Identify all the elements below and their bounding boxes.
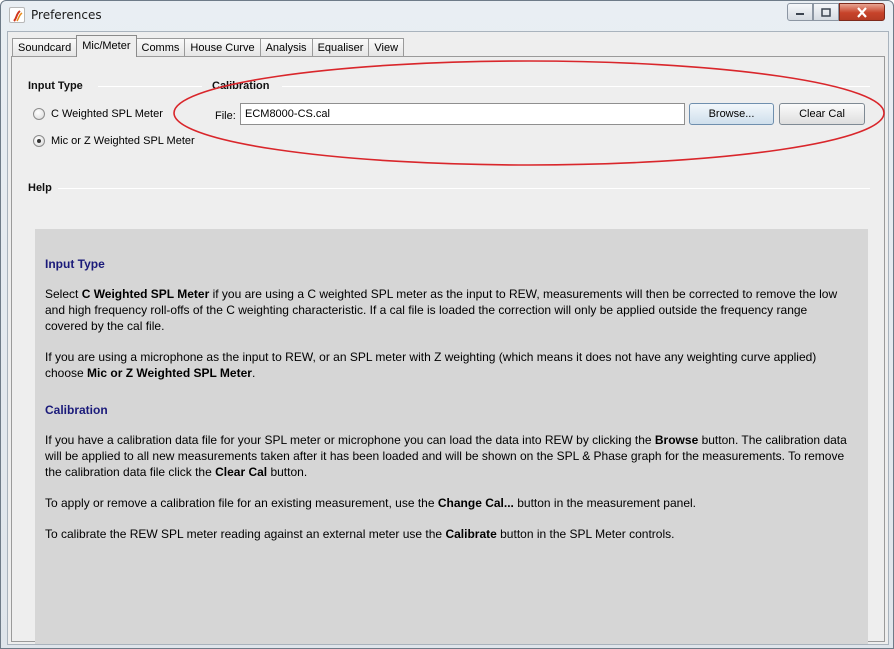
radio-c-weighted-label: C Weighted SPL Meter [51,108,163,120]
tab-mic-meter[interactable]: Mic/Meter [76,35,137,57]
window-title: Preferences [31,8,102,22]
radio-mic-z-weighted-button[interactable] [33,135,45,147]
tab-equaliser[interactable]: Equaliser [311,38,370,57]
help-paragraph: If you are using a microphone as the inp… [45,350,817,380]
clear-cal-button[interactable]: Clear Cal [779,103,865,125]
minimize-button[interactable] [787,3,813,21]
tab-soundcard[interactable]: Soundcard [12,38,78,57]
title-bar[interactable]: Preferences [1,1,893,31]
close-button[interactable] [839,3,885,21]
tab-house-curve[interactable]: House Curve [184,38,261,57]
file-label: File: [215,110,236,122]
help-paragraph: If you have a calibration data file for … [45,433,847,479]
help-heading-calibration: Calibration [45,403,108,417]
tab-strip: Soundcard Mic/Meter Comms House Curve An… [12,35,405,57]
help-title: Help [28,182,52,194]
input-type-divider [98,86,202,87]
radio-mic-z-weighted[interactable]: Mic or Z Weighted SPL Meter [33,135,195,147]
app-icon [9,7,25,23]
preferences-window: Preferences Soundcard Mic/Meter Comms Ho… [0,0,894,649]
radio-c-weighted-button[interactable] [33,108,45,120]
calibration-divider [282,86,870,87]
input-type-title: Input Type [28,80,83,92]
maximize-icon [821,7,831,17]
tab-comms[interactable]: Comms [135,38,186,57]
radio-mic-z-weighted-label: Mic or Z Weighted SPL Meter [51,135,195,147]
help-paragraph: To calibrate the REW SPL meter reading a… [45,527,675,541]
help-heading-input-type: Input Type [45,257,105,271]
close-icon [857,6,867,18]
help-paragraph: To apply or remove a calibration file fo… [45,496,697,510]
mic-meter-panel: Input Type C Weighted SPL Meter Mic or Z… [11,56,885,644]
tab-analysis[interactable]: Analysis [259,38,313,57]
help-paragraph: Select C Weighted SPL Meter if you are u… [45,287,838,333]
browse-button[interactable]: Browse... [689,103,774,125]
radio-c-weighted[interactable]: C Weighted SPL Meter [33,108,163,120]
help-panel: Input Type Select C Weighted SPL Meter i… [35,229,868,644]
help-divider [58,188,870,189]
tab-view[interactable]: View [368,38,405,57]
maximize-button[interactable] [813,3,839,21]
cal-file-field[interactable] [240,103,685,125]
minimize-icon [796,13,804,15]
dialog-content: Soundcard Mic/Meter Comms House Curve An… [7,31,889,645]
calibration-title: Calibration [212,80,270,92]
